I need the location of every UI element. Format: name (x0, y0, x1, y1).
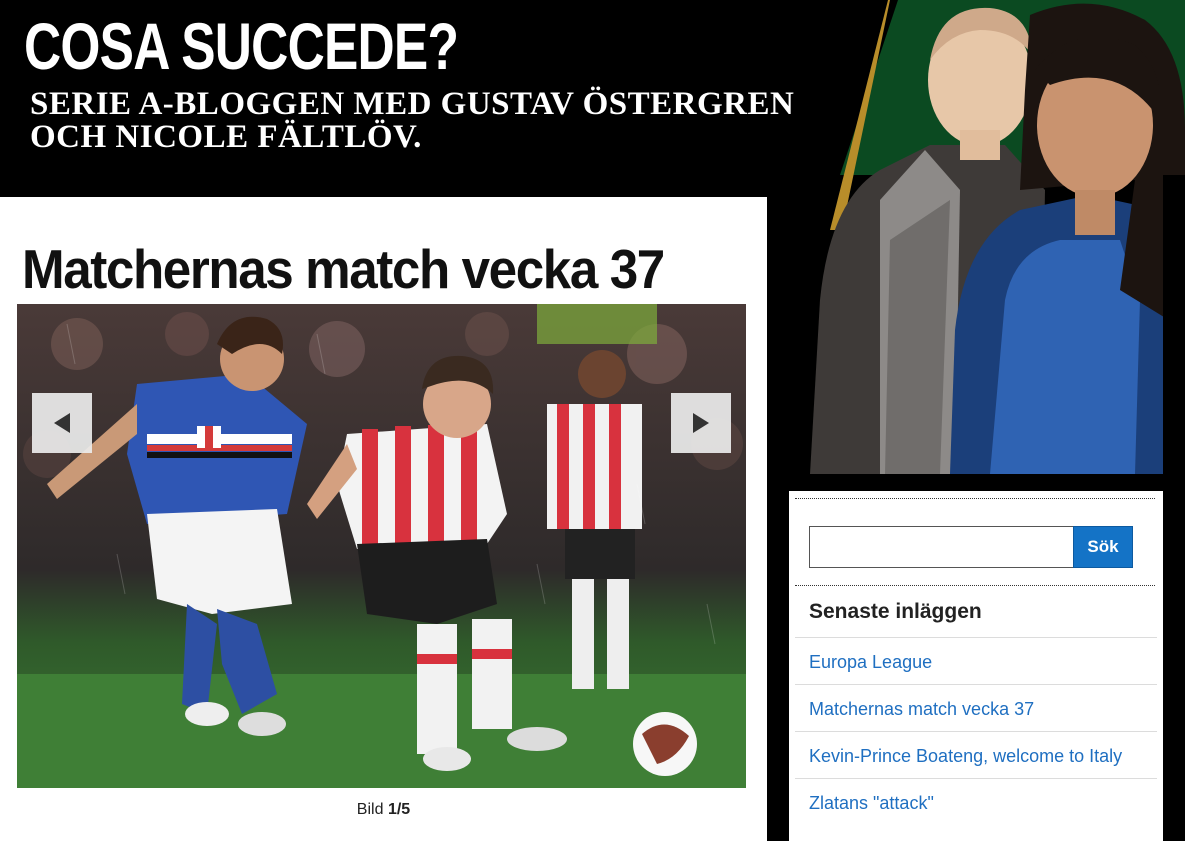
sidebar-divider-mid (795, 585, 1155, 586)
recent-post-link[interactable]: Kevin-Prince Boateng, welcome to Italy (809, 746, 1122, 766)
left-triangle-arrow-icon (54, 413, 70, 433)
slideshow-image[interactable] (17, 304, 746, 788)
list-item: Kevin-Prince Boateng, welcome to Italy (795, 731, 1157, 778)
list-item: Matchernas match vecka 37 (795, 684, 1157, 731)
blog-subtitle: SERIE A-BLOGGEN MED GUSTAV ÖSTERGREN OCH… (30, 88, 794, 154)
sidebar-divider-top (795, 498, 1155, 499)
list-item: Zlatans "attack" (795, 778, 1157, 825)
recent-posts-heading: Senaste inläggen (809, 600, 982, 623)
slideshow-caption: Bild 1/5 (0, 801, 767, 819)
recent-post-link[interactable]: Europa League (809, 652, 932, 672)
search-input[interactable] (809, 526, 1074, 568)
blog-subtitle-line-1: SERIE A-BLOGGEN MED GUSTAV ÖSTERGREN (30, 86, 795, 122)
caption-prefix: Bild (356, 801, 384, 818)
sidebar: Sök Senaste inläggen Europa League Match… (789, 491, 1163, 841)
recent-post-link[interactable]: Zlatans "attack" (809, 793, 934, 813)
recent-posts-list: Europa League Matchernas match vecka 37 … (795, 637, 1157, 825)
search-button[interactable]: Sök (1073, 526, 1133, 568)
post-title[interactable]: Matchernas match vecka 37 (22, 237, 701, 301)
slideshow-prev-button[interactable] (32, 393, 92, 453)
main-post-panel: Matchernas match vecka 37 Bild 1/5 (0, 197, 767, 841)
right-edge-bar (1163, 175, 1185, 841)
blog-title[interactable]: COSA SUCCEDE? (24, 10, 459, 82)
caption-index: 1/5 (387, 801, 411, 818)
right-triangle-arrow-icon (693, 413, 709, 433)
list-item: Europa League (795, 637, 1157, 684)
slideshow-next-button[interactable] (671, 393, 731, 453)
blog-subtitle-line-2: OCH NICOLE FÄLTLÖV. (30, 119, 422, 155)
blog-hosts-photo (790, 0, 1185, 474)
recent-post-link[interactable]: Matchernas match vecka 37 (809, 699, 1034, 719)
